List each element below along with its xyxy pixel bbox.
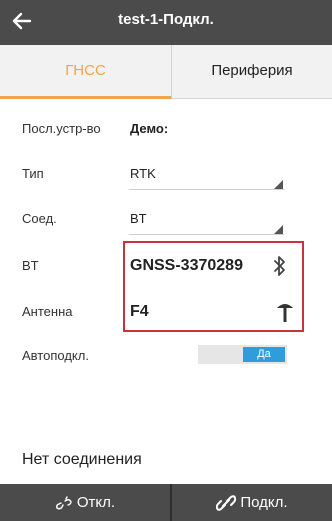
bottom-bar: Откл. Подкл.: [0, 484, 332, 521]
bt-label: BT: [22, 258, 39, 273]
unlink-icon: [55, 496, 72, 510]
bluetooth-icon[interactable]: [272, 254, 288, 283]
antenna-label: Антенна: [22, 304, 73, 319]
app-bar: test-1-Подкл.: [0, 0, 332, 45]
autoconnect-label: Автоподкл.: [22, 348, 89, 363]
type-label: Тип: [22, 166, 44, 181]
autoconnect-toggle[interactable]: Да: [198, 345, 287, 364]
connect-label: Подкл.: [240, 494, 288, 511]
dropdown-corner-icon: [274, 225, 283, 234]
device-value: Демо:: [130, 121, 169, 136]
connect-button[interactable]: Подкл.: [172, 484, 332, 521]
tab-bar: ГНСС Периферия: [0, 45, 332, 99]
tab-peripherals[interactable]: Периферия: [171, 45, 332, 99]
connection-select[interactable]: BT: [130, 211, 147, 226]
bt-device-value[interactable]: GNSS-3370289: [130, 257, 243, 275]
antenna-icon[interactable]: [276, 299, 294, 328]
connection-status: Нет соединения: [22, 451, 142, 468]
link-icon: [216, 495, 237, 511]
antenna-value[interactable]: F4: [130, 303, 149, 321]
autoconnect-toggle-value: Да: [243, 347, 285, 362]
page-title: test-1-Подкл.: [118, 11, 214, 28]
disconnect-button[interactable]: Откл.: [0, 484, 170, 521]
connection-select-underline: [129, 234, 284, 235]
type-select[interactable]: RTK: [130, 166, 156, 181]
disconnect-label: Откл.: [76, 494, 116, 511]
type-select-underline: [129, 189, 284, 190]
arrow-left-icon: [12, 12, 32, 30]
tab-gnss[interactable]: ГНСС: [0, 45, 171, 99]
connection-label: Соед.: [22, 211, 57, 226]
dropdown-corner-icon: [274, 180, 283, 189]
back-button[interactable]: [6, 5, 38, 37]
device-label: Посл.устр-во: [22, 121, 101, 136]
